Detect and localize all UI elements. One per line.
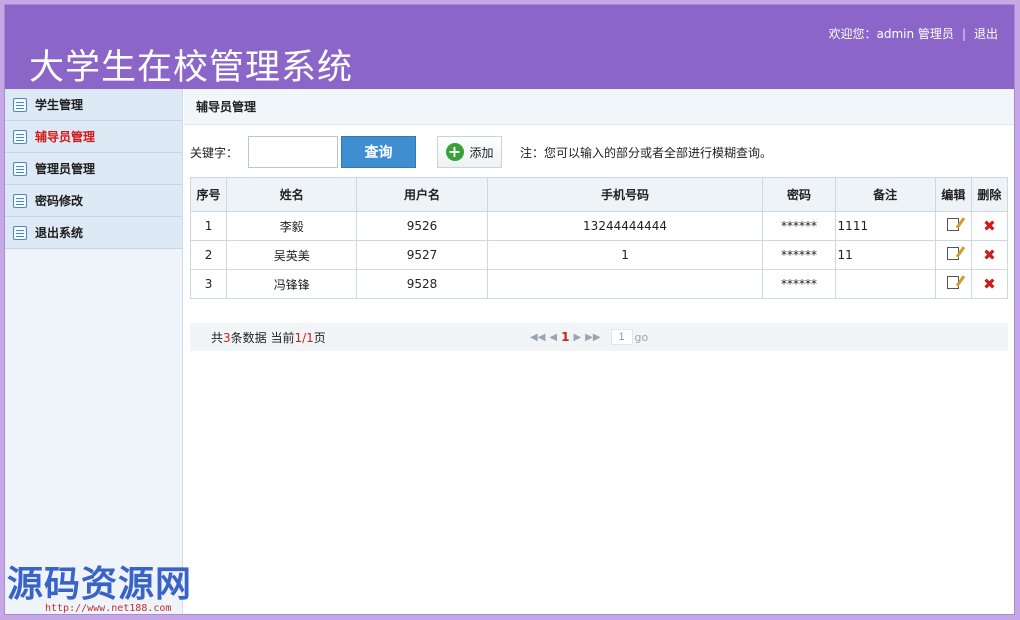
- col-header-edit: 编辑: [934, 177, 972, 212]
- cell-password: ******: [762, 211, 836, 241]
- col-header-phone: 手机号码: [486, 177, 764, 212]
- cell-no: 2: [189, 240, 228, 270]
- first-page-icon[interactable]: ◀◀: [530, 332, 545, 343]
- sidebar-item-student[interactable]: 学生管理: [5, 89, 182, 121]
- watermark-url: http://www.net188.com: [45, 603, 172, 614]
- cell-username: 9526: [356, 211, 488, 241]
- col-header-password: 密码: [762, 177, 836, 212]
- plus-icon: +: [445, 143, 464, 161]
- col-header-username: 用户名: [356, 177, 488, 212]
- pagination-info: 共3条数据 当前1/1页: [211, 329, 326, 346]
- sidebar-item-password[interactable]: 密码修改: [5, 185, 182, 217]
- sidebar-item-label: 管理员管理: [35, 162, 96, 176]
- cell-no: 1: [189, 211, 228, 241]
- counselor-table: 序号 姓名 用户名 手机号码 密码 备注 编辑 删除 1 李毅 9526 132…: [189, 177, 1009, 299]
- keyword-label: 关键字：: [190, 145, 239, 160]
- add-button[interactable]: + 添加: [437, 136, 503, 168]
- go-button[interactable]: go: [635, 331, 649, 344]
- header-bar: 大学生在校管理系统 欢迎您：admin 管理员 | 退出: [5, 5, 1014, 89]
- delete-icon[interactable]: ✖: [983, 246, 996, 264]
- cell-phone: 1: [486, 240, 764, 270]
- cell-name: 吴英美: [226, 240, 358, 270]
- current-page-info: 1/1: [294, 331, 314, 345]
- list-icon: [13, 129, 27, 144]
- cell-password: ******: [762, 269, 836, 299]
- pager-middle: 条数据 当前: [230, 331, 295, 345]
- query-button[interactable]: 查询: [341, 136, 417, 168]
- cell-remark: 1111: [834, 211, 936, 241]
- cell-edit: [934, 240, 972, 270]
- page-title: 辅导员管理: [184, 89, 1014, 125]
- total-count: 3: [223, 331, 231, 345]
- col-header-delete: 删除: [970, 177, 1009, 212]
- cell-username: 9528: [356, 269, 488, 299]
- next-page-icon[interactable]: ▶: [573, 332, 581, 343]
- cell-phone: [486, 269, 764, 299]
- list-icon: [13, 161, 27, 176]
- cell-delete: ✖: [970, 240, 1009, 270]
- cell-phone: 13244444444: [486, 211, 764, 241]
- separator: |: [961, 26, 966, 41]
- app-window: 大学生在校管理系统 欢迎您：admin 管理员 | 退出 学生管理 辅导员管理 …: [4, 4, 1015, 615]
- edit-icon[interactable]: [947, 276, 960, 289]
- cell-edit: [934, 269, 972, 299]
- welcome-text: 欢迎您：admin 管理员: [828, 27, 954, 41]
- logout-link[interactable]: 退出: [974, 25, 998, 42]
- table-header-row: 序号 姓名 用户名 手机号码 密码 备注 编辑 删除: [189, 177, 1009, 212]
- sidebar-item-label: 辅导员管理: [35, 130, 96, 144]
- keyword-input[interactable]: [248, 136, 339, 168]
- cell-remark: [834, 269, 936, 299]
- cell-delete: ✖: [970, 211, 1009, 241]
- cell-password: ******: [762, 240, 836, 270]
- app-title: 大学生在校管理系统: [29, 48, 354, 88]
- sidebar-item-exit[interactable]: 退出系统: [5, 217, 182, 249]
- pagination-bar: 共3条数据 当前1/1页 ◀◀ ◀ 1 ▶ ▶▶ go: [190, 323, 1008, 351]
- list-icon: [13, 97, 27, 112]
- sidebar-item-label: 学生管理: [35, 98, 84, 112]
- cell-name: 冯锋锋: [226, 269, 358, 299]
- prev-page-icon[interactable]: ◀: [549, 332, 557, 343]
- sidebar-item-label: 密码修改: [35, 194, 84, 208]
- list-icon: [13, 225, 27, 240]
- edit-icon[interactable]: [947, 247, 960, 260]
- sidebar-item-label: 退出系统: [35, 226, 84, 240]
- watermark-logo: 源码资源网: [7, 564, 193, 605]
- cell-remark: 11: [834, 240, 936, 270]
- sidebar-item-admin[interactable]: 管理员管理: [5, 153, 182, 185]
- col-header-no: 序号: [189, 177, 228, 212]
- search-note: 注：您可以输入的部分或者全部进行模糊查询。: [520, 145, 773, 160]
- cell-no: 3: [189, 269, 228, 299]
- delete-icon[interactable]: ✖: [983, 217, 996, 235]
- cell-delete: ✖: [970, 269, 1009, 299]
- delete-icon[interactable]: ✖: [983, 275, 996, 293]
- pager-prefix: 共: [211, 331, 224, 345]
- table-row: 3 冯锋锋 9528 ****** ✖: [189, 269, 1009, 299]
- cell-edit: [934, 211, 972, 241]
- cell-username: 9527: [356, 240, 488, 270]
- search-bar: 关键字： 查询 + 添加 注：您可以输入的部分或者全部进行模糊查询。: [190, 135, 1010, 169]
- table-row: 2 吴英美 9527 1 ****** 11 ✖: [189, 240, 1009, 270]
- edit-icon[interactable]: [947, 218, 960, 231]
- pager-suffix: 页: [313, 331, 326, 345]
- last-page-icon[interactable]: ▶▶: [585, 332, 600, 343]
- cell-name: 李毅: [226, 211, 358, 241]
- main-content: 辅导员管理 关键字： 查询 + 添加 注：您可以输入的部分或者全部进行模糊查询。…: [184, 89, 1014, 614]
- page-number-input[interactable]: [610, 329, 633, 345]
- table-row: 1 李毅 9526 13244444444 ****** 1111 ✖: [189, 211, 1009, 241]
- col-header-remark: 备注: [834, 177, 936, 212]
- col-header-name: 姓名: [226, 177, 358, 212]
- current-page-number: 1: [561, 330, 570, 344]
- pagination-nav: ◀◀ ◀ 1 ▶ ▶▶ go: [530, 329, 652, 345]
- list-icon: [13, 193, 27, 208]
- user-bar: 欢迎您：admin 管理员 | 退出: [829, 25, 998, 42]
- sidebar: 学生管理 辅导员管理 管理员管理 密码修改 退出系统: [5, 89, 183, 614]
- add-label: 添加: [469, 145, 494, 160]
- sidebar-item-counselor[interactable]: 辅导员管理: [5, 121, 182, 153]
